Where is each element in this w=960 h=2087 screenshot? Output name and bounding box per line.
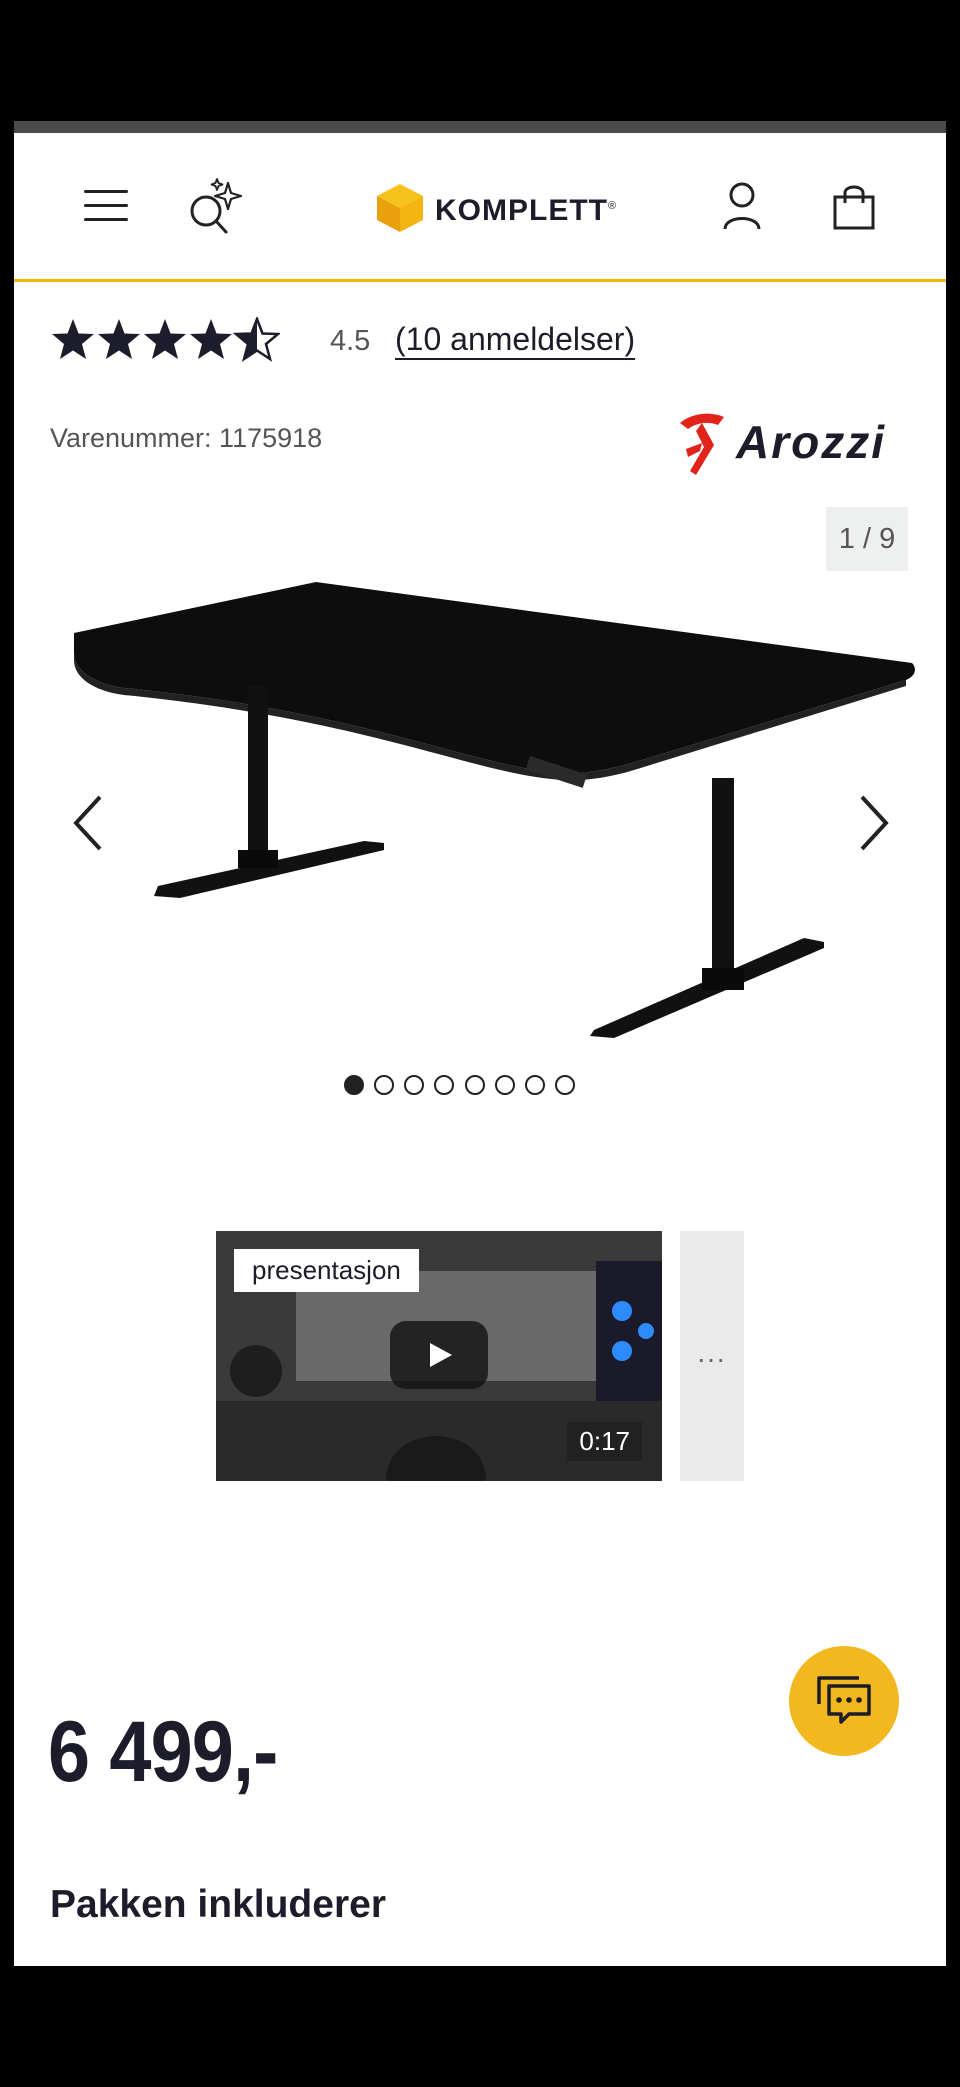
brand-name: Arozzi	[736, 416, 886, 468]
video-duration: 0:17	[567, 1422, 642, 1461]
previous-image-arrow-icon[interactable]	[70, 793, 110, 853]
star-icon	[98, 319, 140, 359]
rating-stars	[52, 317, 280, 361]
ai-search-icon[interactable]	[184, 177, 248, 237]
account-icon[interactable]	[722, 181, 762, 231]
pagination-dot[interactable]	[344, 1075, 364, 1095]
arozzi-logo-icon	[680, 413, 724, 475]
logo-registered-mark: ®	[608, 200, 618, 212]
brand-logo[interactable]: Arozzi	[674, 405, 926, 481]
star-icon	[52, 319, 94, 359]
pagination-dot[interactable]	[404, 1075, 424, 1095]
next-image-arrow-icon[interactable]	[852, 793, 892, 853]
pagination-dot[interactable]	[465, 1075, 485, 1095]
komplett-logo[interactable]: KOMPLETT®	[369, 178, 616, 238]
package-includes-heading: Pakken inkluderer	[50, 1883, 386, 1926]
product-rating: 4.5 (10 anmeldelser)	[50, 313, 930, 373]
site-header: KOMPLETT®	[14, 133, 946, 282]
cart-icon[interactable]	[832, 181, 876, 231]
star-icon	[190, 319, 232, 359]
pagination-dot[interactable]	[525, 1075, 545, 1095]
sku-number: Varenummer: 1175918	[50, 423, 323, 453]
pagination-dot[interactable]	[495, 1075, 515, 1095]
chat-button[interactable]	[789, 1646, 899, 1756]
more-media-button[interactable]: ...	[680, 1231, 744, 1481]
product-image	[74, 582, 915, 1038]
product-page: KOMPLETT® 4.5 (10 anmeldelser) Varenumme…	[14, 133, 946, 1966]
chat-icon	[817, 1676, 871, 1724]
star-icon	[144, 319, 186, 359]
menu-icon[interactable]	[84, 188, 130, 224]
pagination-dot[interactable]	[434, 1075, 454, 1095]
more-dots: ...	[697, 1337, 727, 1368]
play-button[interactable]	[390, 1321, 488, 1389]
reviews-link[interactable]: (10 anmeldelser)	[395, 321, 635, 358]
rating-value: 4.5	[330, 325, 371, 357]
pagination-dot[interactable]	[374, 1075, 394, 1095]
video-label: presentasjon	[234, 1249, 419, 1292]
status-bar-strip	[14, 121, 946, 133]
komplett-logo-mark	[377, 184, 423, 232]
product-price: 6 499,-	[48, 1704, 278, 1800]
gallery-pagination	[344, 1075, 604, 1099]
logo-text: KOMPLETT	[435, 194, 608, 227]
play-icon	[430, 1343, 452, 1367]
image-gallery[interactable]: 1 / 9	[14, 498, 946, 1138]
pagination-dot[interactable]	[555, 1075, 575, 1095]
product-video-thumbnail[interactable]: presentasjon 0:17	[216, 1231, 662, 1481]
